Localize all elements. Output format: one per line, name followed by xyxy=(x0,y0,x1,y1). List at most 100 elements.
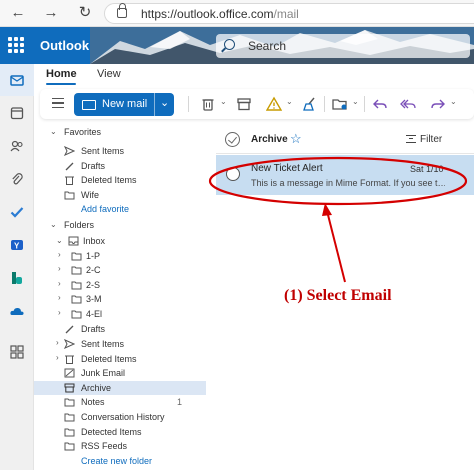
folder-inbox[interactable]: ⌄ Inbox xyxy=(34,234,206,249)
folder-label: Notes xyxy=(81,397,105,408)
favorite-drafts[interactable]: Drafts xyxy=(34,159,206,174)
message-preview: This is a message in Mime Format. If you… xyxy=(251,178,445,188)
new-mail-dropdown-icon[interactable]: ⌄ xyxy=(160,96,169,109)
bookings-icon xyxy=(12,272,22,284)
new-mail-button[interactable]: New mail ⌄ xyxy=(74,93,174,116)
url-path: /mail xyxy=(273,7,299,21)
folder-conversation-history[interactable]: Conversation History xyxy=(34,410,206,425)
folder-sent-items[interactable]: › Sent Items xyxy=(34,337,206,352)
forward-icon[interactable]: → xyxy=(41,4,61,22)
folder-inbox-child[interactable]: › 1-P xyxy=(34,249,206,264)
app-name: Outlook xyxy=(40,38,90,53)
inbox-icon xyxy=(68,236,79,246)
favorite-wife[interactable]: Wife xyxy=(34,188,206,203)
create-new-folder-link[interactable]: Create new folder xyxy=(34,454,206,469)
folder-icon xyxy=(71,310,82,319)
junk-icon xyxy=(64,368,75,378)
tab-view[interactable]: View xyxy=(97,68,121,80)
address-bar[interactable]: https://outlook.office.com/mail xyxy=(104,3,474,24)
folder-label: Conversation History xyxy=(81,412,165,422)
toolbar-divider xyxy=(188,96,189,112)
rail-yammer[interactable]: Y xyxy=(0,229,34,261)
folder-icon xyxy=(64,191,75,200)
back-icon[interactable]: ← xyxy=(8,4,28,22)
app-launcher-icon[interactable] xyxy=(8,37,24,53)
delete-icon[interactable] xyxy=(200,96,216,112)
reload-icon[interactable]: ↻ xyxy=(75,4,95,22)
folder-detected-items[interactable]: Detected Items xyxy=(34,425,206,440)
filter-button[interactable]: Filter xyxy=(420,134,442,145)
chevron-right-icon: › xyxy=(58,278,61,288)
message-sender: New Ticket Alert xyxy=(251,163,323,174)
archive-icon[interactable] xyxy=(236,96,252,112)
favorite-sent-items[interactable]: Sent Items xyxy=(34,144,206,159)
favorites-header[interactable]: ⌄ Favorites xyxy=(34,125,206,140)
app-header: Outlook Search xyxy=(0,27,474,64)
rail-bookings[interactable] xyxy=(0,262,34,294)
folder-inbox-child[interactable]: › 2-S xyxy=(34,278,206,293)
reply-all-icon[interactable] xyxy=(400,96,416,112)
delete-dropdown-icon[interactable]: ⌄ xyxy=(220,97,227,106)
rail-files[interactable] xyxy=(0,163,34,195)
move-to-icon[interactable] xyxy=(332,96,348,112)
trash-icon xyxy=(65,355,74,364)
forward-dropdown-icon[interactable]: ⌄ xyxy=(450,97,457,106)
message-select-radio[interactable] xyxy=(226,167,240,181)
folder-junk-email[interactable]: Junk Email xyxy=(34,366,206,381)
folder-deleted-items[interactable]: › Deleted Items xyxy=(34,352,206,367)
reply-icon[interactable] xyxy=(372,96,388,112)
select-all-checkbox[interactable] xyxy=(225,132,240,147)
star-icon[interactable]: ☆ xyxy=(290,131,302,147)
folder-inbox-child[interactable]: › 4-El xyxy=(34,307,206,322)
list-title: Archive xyxy=(251,134,288,145)
mail-icon xyxy=(10,75,24,86)
chevron-right-icon: › xyxy=(58,293,61,303)
folder-icon xyxy=(71,295,82,304)
rail-people[interactable] xyxy=(0,130,34,162)
rail-onedrive[interactable] xyxy=(0,295,34,327)
unread-count: 1 xyxy=(176,397,182,408)
search-input[interactable]: Search xyxy=(216,34,470,58)
rail-todo[interactable] xyxy=(0,196,34,228)
folder-label: Deleted Items xyxy=(81,353,137,364)
folders-header[interactable]: ⌄ Folders xyxy=(34,218,206,233)
folder-label: Inbox xyxy=(83,236,106,246)
folder-icon xyxy=(71,252,82,261)
chevron-right-icon: › xyxy=(56,338,59,347)
folders-title: Folders xyxy=(64,220,95,230)
search-placeholder: Search xyxy=(248,39,287,53)
rail-calendar[interactable] xyxy=(0,97,34,129)
forward-mail-icon[interactable] xyxy=(430,96,446,112)
collapse-nav-icon[interactable] xyxy=(52,98,64,108)
report-icon[interactable] xyxy=(265,96,283,112)
folder-notes[interactable]: Notes 1 xyxy=(34,395,206,410)
favorite-deleted-items[interactable]: Deleted Items xyxy=(34,173,206,188)
folder-label: 2-C xyxy=(86,265,101,276)
rail-mail[interactable] xyxy=(0,64,34,96)
report-dropdown-icon[interactable]: ⌄ xyxy=(286,97,293,106)
chevron-right-icon: › xyxy=(58,264,61,274)
pencil-icon xyxy=(65,162,74,171)
new-mail-label: New mail xyxy=(102,98,148,110)
chevron-down-icon: ⌄ xyxy=(56,236,63,245)
folder-drafts[interactable]: Drafts xyxy=(34,322,206,337)
folder-label: Deleted Items xyxy=(81,175,137,186)
yammer-icon: Y xyxy=(11,240,23,251)
tab-home[interactable]: Home xyxy=(46,68,77,80)
chevron-down-icon: ⌄ xyxy=(50,127,57,136)
rail-more-apps[interactable] xyxy=(0,336,34,368)
folder-inbox-child[interactable]: › 3-M xyxy=(34,292,206,307)
send-icon xyxy=(64,146,75,156)
add-favorite-link[interactable]: Add favorite xyxy=(34,202,206,217)
folder-label: 3-M xyxy=(86,294,102,305)
folder-archive[interactable]: Archive xyxy=(34,380,206,396)
move-dropdown-icon[interactable]: ⌄ xyxy=(352,97,359,106)
folder-icon xyxy=(64,398,75,407)
folder-label: Sent Items xyxy=(81,339,125,349)
browser-toolbar: ← → ↻ https://outlook.office.com/mail xyxy=(0,0,474,27)
folder-rss-feeds[interactable]: RSS Feeds xyxy=(34,439,206,454)
sweep-icon[interactable] xyxy=(302,96,318,112)
folder-inbox-child[interactable]: › 2-C xyxy=(34,263,206,278)
annotation-label: (1) Select Email xyxy=(280,283,430,309)
message-row[interactable]: New Ticket Alert Sat 1/10 This is a mess… xyxy=(216,155,474,195)
